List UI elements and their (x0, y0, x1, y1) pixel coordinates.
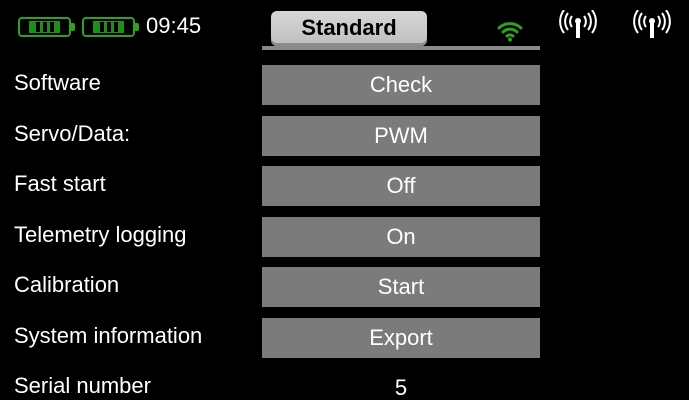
settings-row-serial-number: Serial number 5 (0, 361, 689, 400)
settings-row-system-information: System information Export (0, 311, 689, 361)
servo-data-button[interactable]: PWM (262, 116, 540, 156)
device-settings-screen: 09:45 Standard Software Check Servo/Data… (0, 0, 689, 400)
software-check-button[interactable]: Check (262, 65, 540, 105)
fast-start-label: Fast start (14, 171, 106, 196)
wifi-icon (497, 22, 523, 42)
status-bar: 09:45 Standard (0, 0, 689, 50)
system-information-export-button[interactable]: Export (262, 318, 540, 358)
antenna-icon (559, 10, 597, 38)
battery-icon (18, 17, 75, 37)
telemetry-logging-label: Telemetry logging (14, 222, 187, 247)
calibration-start-button[interactable]: Start (262, 267, 540, 307)
battery-bars (36, 22, 54, 32)
battery-icon (82, 17, 139, 37)
servo-data-label: Servo/Data: (14, 121, 131, 146)
settings-row-software: Software Check (0, 58, 689, 108)
settings-row-fast-start: Fast start Off (0, 159, 689, 209)
clock: 09:45 (146, 13, 202, 38)
settings-row-telemetry-logging: Telemetry logging On (0, 210, 689, 260)
profile-tab[interactable]: Standard (271, 11, 427, 46)
settings-row-servo-data: Servo/Data: PWM (0, 109, 689, 159)
serial-number-label: Serial number (14, 373, 151, 398)
serial-number-value: 5 (394, 375, 408, 400)
battery-bars (100, 22, 118, 32)
fast-start-button[interactable]: Off (262, 166, 540, 206)
system-information-label: System information (14, 323, 203, 348)
antenna-icon (633, 10, 671, 38)
calibration-label: Calibration (14, 272, 120, 297)
settings-row-calibration: Calibration Start (0, 260, 689, 310)
tab-underline (262, 46, 540, 50)
software-label: Software (14, 70, 101, 95)
telemetry-logging-button[interactable]: On (262, 217, 540, 257)
